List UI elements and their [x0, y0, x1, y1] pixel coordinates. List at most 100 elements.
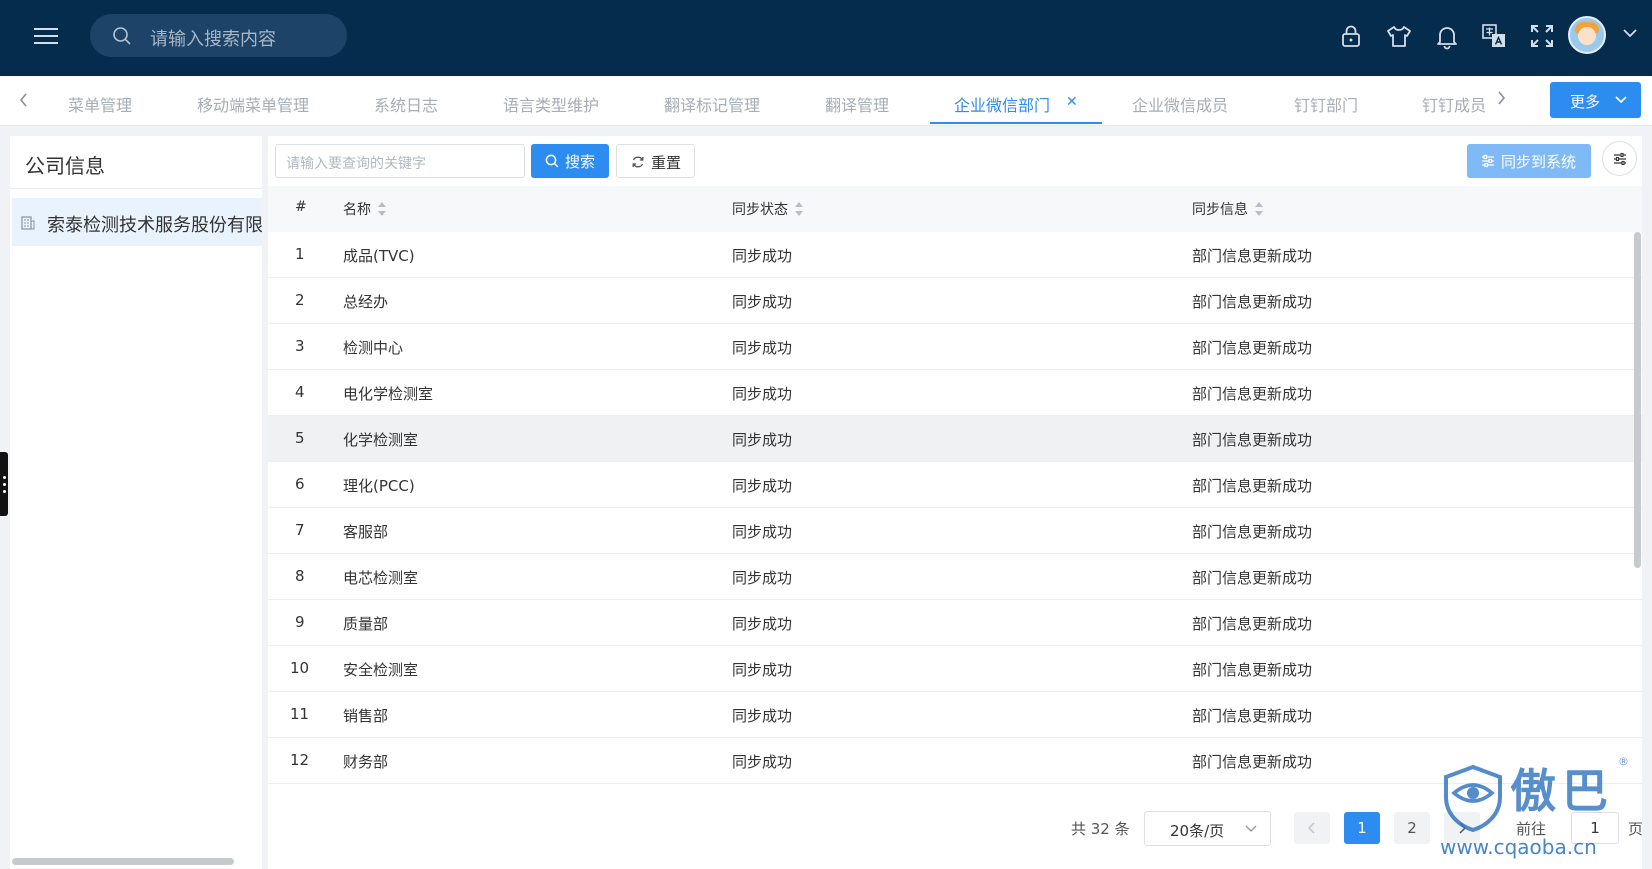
keyword-input[interactable]: 请输入要查询的关键字	[275, 144, 525, 178]
cell-index: 8	[295, 567, 305, 585]
cell-sync-info: 部门信息更新成功	[1192, 431, 1313, 449]
keyword-placeholder: 请输入要查询的关键字	[286, 156, 426, 172]
column-settings-button[interactable]	[1602, 141, 1637, 176]
tab-translation-marks[interactable]: 翻译标记管理	[664, 92, 760, 116]
cell-index: 10	[290, 659, 310, 677]
tab-wecom-members[interactable]: 企业微信成员	[1132, 92, 1228, 116]
cell-index: 9	[295, 613, 305, 631]
cell-sync-status: 同步成功	[732, 615, 793, 633]
more-tabs-button[interactable]: 更多	[1550, 82, 1641, 118]
table-row[interactable]: 11 销售部 同步成功 部门信息更新成功	[268, 692, 1642, 738]
tab-translation-management[interactable]: 翻译管理	[825, 92, 889, 116]
cell-sync-info: 部门信息更新成功	[1192, 293, 1313, 311]
divider	[10, 188, 262, 189]
tabs-bar: 菜单管理 移动端菜单管理 系统日志 语言类型维护 翻译标记管理 翻译管理 企业微…	[0, 76, 1652, 126]
page-size-value: 20条/页	[1170, 822, 1225, 840]
tab-scroll-right-icon[interactable]	[1495, 90, 1507, 106]
table-row[interactable]: 1 成品(TVC) 同步成功 部门信息更新成功	[268, 232, 1642, 278]
sliders-icon	[1614, 152, 1626, 166]
table-row[interactable]: 7 客服部 同步成功 部门信息更新成功	[268, 508, 1642, 554]
refresh-icon	[632, 156, 644, 168]
menu-icon[interactable]	[30, 24, 62, 48]
search-button[interactable]: 搜索	[531, 144, 609, 178]
column-header-label: 同步状态	[732, 202, 788, 218]
cell-sync-info: 部门信息更新成功	[1192, 569, 1313, 587]
prev-page-button[interactable]	[1294, 812, 1330, 844]
page-size-select[interactable]: 20条/页	[1144, 811, 1271, 846]
tab-mobile-menu-management[interactable]: 移动端菜单管理	[197, 92, 309, 116]
cell-index: 12	[290, 751, 310, 769]
lock-icon[interactable]	[1337, 22, 1365, 50]
table-row[interactable]: 10 安全检测室 同步成功 部门信息更新成功	[268, 646, 1642, 692]
search-icon	[545, 154, 559, 168]
cell-index: 4	[295, 383, 305, 401]
cell-sync-status: 同步成功	[732, 293, 793, 311]
tab-dingtalk-departments[interactable]: 钉钉部门	[1294, 92, 1358, 116]
table-row-highlighted[interactable]: 5 化学检测室 同步成功 部门信息更新成功	[268, 416, 1642, 462]
tab-language-type[interactable]: 语言类型维护	[503, 92, 599, 116]
cell-sync-status: 同步成功	[732, 339, 793, 357]
reset-button[interactable]: 重置	[616, 144, 695, 178]
sync-to-system-button[interactable]: 同步到系统	[1467, 144, 1591, 178]
tab-close-icon[interactable]: ✕	[1066, 94, 1078, 110]
chevron-right-icon	[1459, 822, 1467, 834]
cell-name: 安全检测室	[343, 661, 419, 679]
next-page-button[interactable]	[1444, 812, 1480, 844]
cell-sync-info: 部门信息更新成功	[1192, 523, 1313, 541]
table-row[interactable]: 9 质量部 同步成功 部门信息更新成功	[268, 600, 1642, 646]
fullscreen-icon[interactable]	[1528, 22, 1556, 50]
goto-suffix: 页	[1628, 820, 1644, 838]
table-row[interactable]: 8 电芯检测室 同步成功 部门信息更新成功	[268, 554, 1642, 600]
tab-scroll-left-icon[interactable]	[18, 92, 30, 108]
column-header-sync-status[interactable]: 同步状态	[732, 199, 804, 219]
avatar[interactable]	[1568, 16, 1606, 54]
panel-title: 公司信息	[25, 154, 105, 178]
company-tree-panel: 公司信息 索泰检测技术服务股份有限公司	[10, 136, 262, 869]
table-row[interactable]: 4 电化学检测室 同步成功 部门信息更新成功	[268, 370, 1642, 416]
chevron-down-icon[interactable]	[1622, 27, 1638, 39]
cell-sync-info: 部门信息更新成功	[1192, 477, 1313, 495]
cell-sync-status: 同步成功	[732, 247, 793, 265]
bell-icon[interactable]	[1433, 22, 1461, 50]
column-header-sync-info[interactable]: 同步信息	[1192, 199, 1264, 219]
column-header-name[interactable]: 名称	[343, 199, 387, 219]
sync-button-label: 同步到系统	[1501, 153, 1577, 171]
tab-wecom-departments[interactable]: 企业微信部门	[954, 92, 1050, 116]
translate-icon[interactable]	[1480, 22, 1508, 50]
tab-menu-management[interactable]: 菜单管理	[68, 92, 132, 116]
table-row[interactable]: 3 检测中心 同步成功 部门信息更新成功	[268, 324, 1642, 370]
pagination-total: 共 32 条	[1071, 820, 1130, 838]
cell-name: 财务部	[343, 753, 389, 771]
avatar-face	[1578, 27, 1596, 45]
cell-name: 理化(PCC)	[343, 477, 415, 495]
table-header: # 名称 同步状态 同步信息	[268, 186, 1642, 232]
more-tabs-label: 更多	[1570, 93, 1601, 111]
goto-page-input[interactable]: 1	[1571, 812, 1619, 844]
vertical-scrollbar[interactable]	[1634, 232, 1641, 568]
shirt-icon[interactable]	[1385, 22, 1413, 50]
tree-node-company[interactable]: 索泰检测技术服务股份有限公司	[12, 198, 262, 246]
cell-sync-status: 同步成功	[732, 569, 793, 587]
sort-icon	[1255, 202, 1263, 216]
cell-sync-info: 部门信息更新成功	[1192, 247, 1313, 265]
horizontal-scrollbar[interactable]	[12, 858, 234, 865]
cell-name: 电化学检测室	[343, 385, 434, 403]
tab-dingtalk-members[interactable]: 钉钉成员	[1422, 92, 1486, 116]
drag-handle[interactable]	[0, 452, 8, 516]
cell-index: 6	[295, 475, 305, 493]
tree-node-label: 索泰检测技术服务股份有限公司	[47, 215, 262, 236]
cell-index: 3	[295, 337, 305, 355]
tab-system-log[interactable]: 系统日志	[374, 92, 438, 116]
chevron-down-icon	[1245, 825, 1257, 832]
cell-sync-status: 同步成功	[732, 661, 793, 679]
table-row[interactable]: 6 理化(PCC) 同步成功 部门信息更新成功	[268, 462, 1642, 508]
global-search-input[interactable]: 请输入搜索内容	[90, 14, 347, 57]
table-row[interactable]: 12 财务部 同步成功 部门信息更新成功	[268, 738, 1642, 784]
column-header-label: 名称	[343, 202, 371, 218]
page-button-1[interactable]: 1	[1344, 812, 1380, 844]
search-placeholder: 请输入搜索内容	[150, 29, 276, 50]
sort-icon	[795, 202, 803, 216]
cell-index: 11	[290, 705, 310, 723]
table-row[interactable]: 2 总经办 同步成功 部门信息更新成功	[268, 278, 1642, 324]
page-button-2[interactable]: 2	[1394, 812, 1430, 844]
